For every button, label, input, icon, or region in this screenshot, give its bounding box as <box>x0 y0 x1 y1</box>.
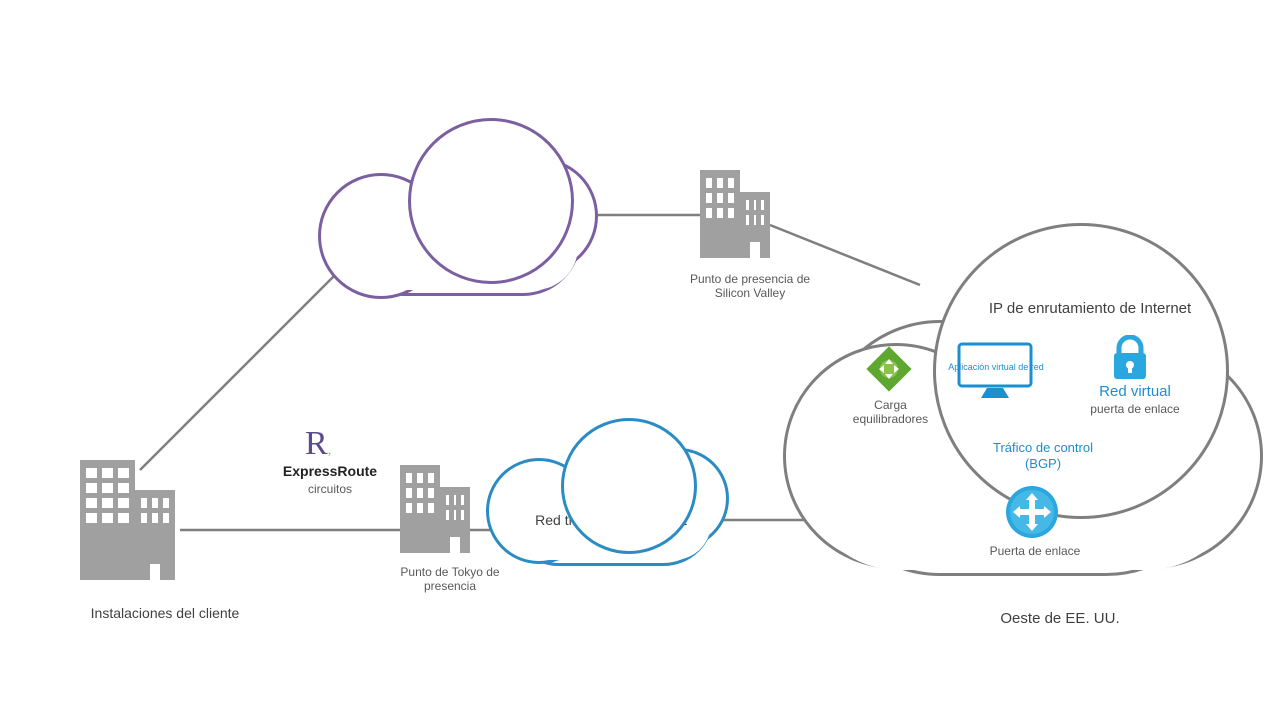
express-route-icon: R, <box>305 425 331 463</box>
backbone-label: Red troncal de Microsoft <box>511 513 711 529</box>
lb-label-1: Carga <box>874 398 907 412</box>
tokyo-pop-building-icon <box>400 465 470 553</box>
express-route-name: ExpressRoute <box>260 463 400 480</box>
sv-pop-building-icon <box>700 170 770 258</box>
tokyo-pop-label-2: presencia <box>424 579 476 593</box>
load-balancer-icon <box>865 345 913 393</box>
routing-ip-header: IP de enrutamiento de Internet <box>940 300 1240 318</box>
traffic-label-1: Tráfico de control <box>993 440 1093 455</box>
gateway-label: Puerta de enlace <box>970 544 1100 558</box>
express-route-subtitle: circuitos <box>260 482 400 496</box>
gateway-router-icon <box>1005 485 1059 539</box>
sv-pop-label-2: Silicon Valley <box>715 286 785 300</box>
traffic-label-2: (BGP) <box>1025 456 1061 471</box>
vnet-title: Red virtual <box>1075 383 1195 401</box>
diagram-canvas: { "customer_premises": { "label": "Insta… <box>0 0 1280 720</box>
backbone-cloud: Red troncal de Microsoft <box>508 465 714 566</box>
sv-pop-label-1: Punto de presencia de <box>690 272 810 286</box>
internet-label: Internet <box>348 232 578 253</box>
lb-label-2: equilibradores <box>853 412 928 426</box>
region-label: Oeste de EE. UU. <box>960 610 1160 628</box>
customer-premises-building-icon <box>80 460 175 580</box>
tokyo-pop-label-1: Punto de Tokyo de <box>400 565 499 579</box>
vnet-gateway-lock-icon <box>1110 335 1150 383</box>
nva-label: Aplicación virtual de red <box>948 362 1044 373</box>
internet-cloud: Internet <box>345 180 581 296</box>
customer-premises-label: Instalaciones del cliente <box>55 605 275 622</box>
vnet-subtitle: puerta de enlace <box>1075 402 1195 416</box>
